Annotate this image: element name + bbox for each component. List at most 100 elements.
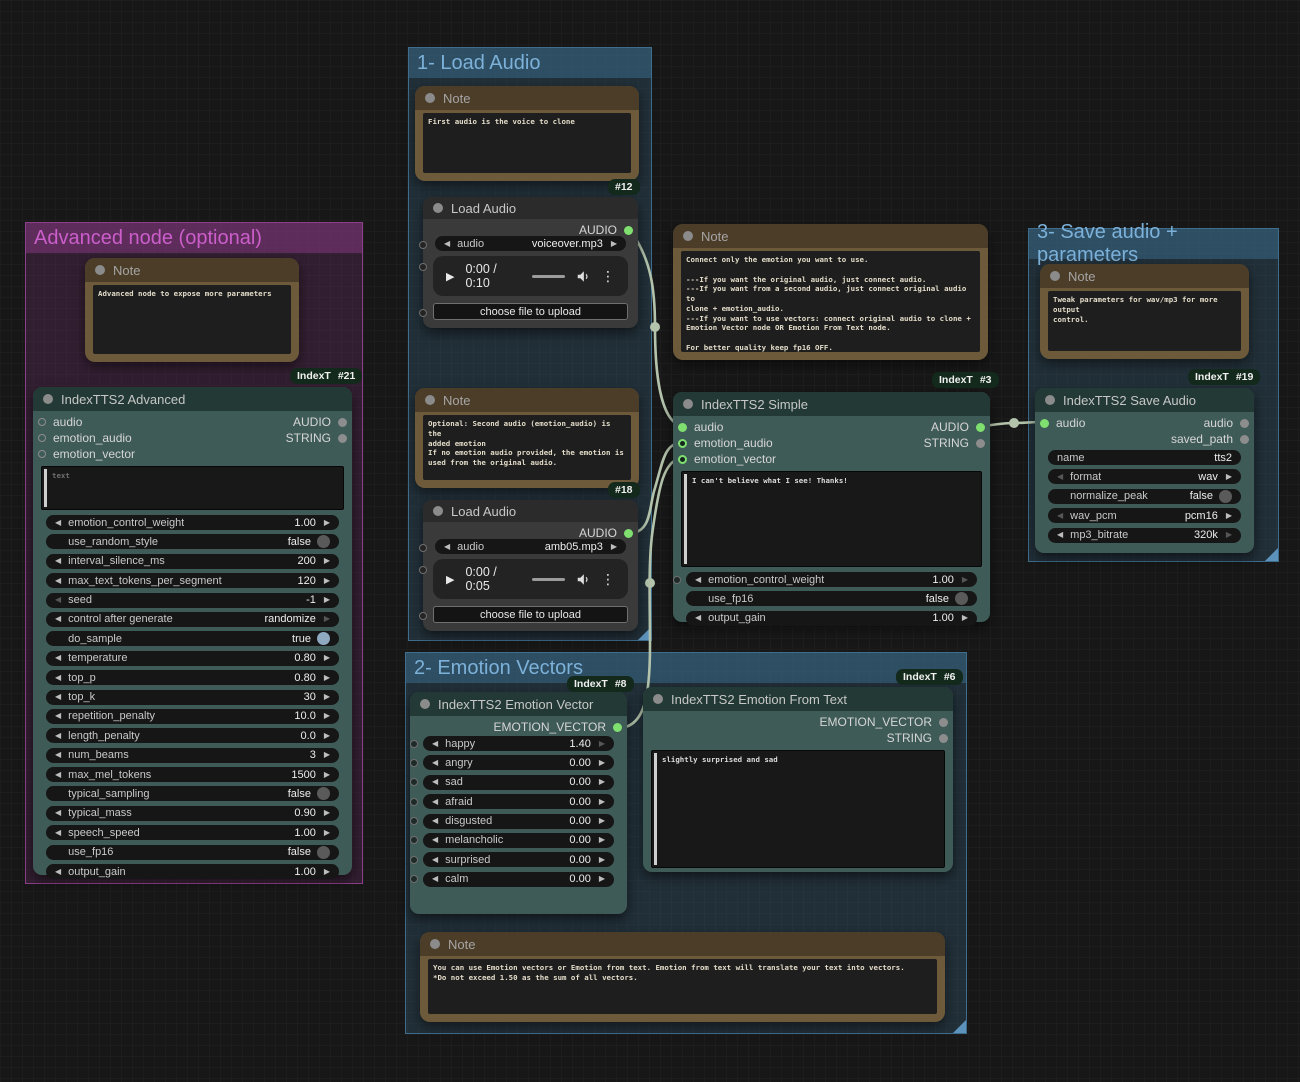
increment-arrow-icon[interactable]: ▶ [324,771,330,779]
increment-arrow-icon[interactable]: ▶ [599,836,605,844]
node-indextts2-emotion-vector[interactable]: IndexTTS2 Emotion Vector EMOTION_VECTOR … [410,692,627,914]
node-indextts2-simple[interactable]: IndexTTS2 Simple audioemotion_audioemoti… [673,392,990,622]
group-resize-handle[interactable] [953,1020,966,1033]
slot-dot-icon[interactable] [613,723,622,732]
widget-row[interactable]: ◀ angry 0.00 ▶ [423,755,614,770]
decrement-arrow-icon[interactable]: ◀ [55,596,61,604]
widget-row[interactable]: ◀ temperature 0.80 ▶ [46,651,339,666]
decrement-arrow-icon[interactable]: ◀ [55,693,61,701]
widget-row[interactable]: ◀ format wav ▶ [1048,469,1241,484]
output-slot[interactable]: saved_path [1171,431,1249,447]
collapse-dot-icon[interactable] [1050,271,1060,281]
increment-arrow-icon[interactable]: ▶ [324,829,330,837]
next-arrow-icon[interactable]: ▶ [611,543,617,551]
player-progress-bar[interactable] [532,578,566,581]
widget-input-slot[interactable] [419,566,427,574]
increment-arrow-icon[interactable]: ▶ [962,576,968,584]
collapse-dot-icon[interactable] [425,395,435,405]
note-header[interactable]: Note [673,224,988,248]
group-resize-handle[interactable] [638,627,651,640]
node-header[interactable]: IndexTTS2 Emotion From Text [643,687,953,711]
decrement-arrow-icon[interactable]: ◀ [1057,531,1063,539]
note-node-load2[interactable]: Note Optional: Second audio (emotion_aud… [415,388,639,488]
input-slot[interactable]: emotion_vector [38,446,135,462]
widget-row[interactable]: ◀ output_gain 1.00 ▶ [46,864,339,879]
widget-input-slot[interactable] [419,309,427,317]
increment-arrow-icon[interactable]: ▶ [324,693,330,701]
widget-row[interactable]: ◀ melancholic 0.00 ▶ [423,833,614,848]
widget-row[interactable]: ◀ disgusted 0.00 ▶ [423,814,614,829]
input-slot[interactable]: emotion_audio [38,430,135,446]
increment-arrow-icon[interactable]: ▶ [962,614,968,622]
note-header[interactable]: Note [420,932,945,956]
note-node-vectors[interactable]: Note You can use Emotion vectors or Emot… [420,932,945,1022]
collapse-dot-icon[interactable] [653,694,663,704]
widget-row[interactable]: ◀ output_gain 1.00 ▶ [686,611,977,626]
slot-dot-icon[interactable] [976,423,985,432]
output-slot[interactable]: STRING [286,430,347,446]
widget-row[interactable]: ◀ num_beams 3 ▶ [46,748,339,763]
decrement-arrow-icon[interactable]: ◀ [1057,473,1063,481]
group-title[interactable]: 1- Load Audio [409,48,651,78]
decrement-arrow-icon[interactable]: ◀ [432,778,438,786]
decrement-arrow-icon[interactable]: ◀ [432,798,438,806]
group-resize-handle[interactable] [1265,548,1278,561]
widget-row[interactable]: ◀ wav_pcm pcm16 ▶ [1048,508,1241,523]
decrement-arrow-icon[interactable]: ◀ [55,712,61,720]
audio-player[interactable]: ▶ 0:00 / 0:10 ⋮ [433,256,628,296]
decrement-arrow-icon[interactable]: ◀ [55,674,61,682]
audio-file-combo[interactable]: ◀ audio amb05.mp3 ▶ [435,539,626,554]
widget-row[interactable]: ◀ surprised 0.00 ▶ [423,852,614,867]
output-slot[interactable]: STRING [820,730,948,746]
slot-dot-icon[interactable] [1040,419,1049,428]
widget-row[interactable]: ◀ afraid 0.00 ▶ [423,794,614,809]
widget-row[interactable]: ◀ control after generate randomize ▶ [46,612,339,627]
collapse-dot-icon[interactable] [433,506,443,516]
widget-input-slot[interactable] [419,612,427,620]
widget-row[interactable]: ◀ emotion_control_weight 1.00 ▶ [46,515,339,530]
decrement-arrow-icon[interactable]: ◀ [55,577,61,585]
note-text[interactable]: Tweak parameters for wav/mp3 for more ou… [1048,291,1241,351]
widget-row[interactable]: ◀ emotion_control_weight 1.00 ▶ [686,572,977,587]
slot-dot-icon[interactable] [38,434,46,442]
widget-row[interactable]: ◀ sad 0.00 ▶ [423,775,614,790]
widget-row[interactable]: ◀ seed -1 ▶ [46,593,339,608]
slot-dot-icon[interactable] [1240,435,1249,444]
audio-player[interactable]: ▶ 0:00 / 0:05 ⋮ [433,559,628,599]
collapse-dot-icon[interactable] [433,203,443,213]
decrement-arrow-icon[interactable]: ◀ [55,829,61,837]
widget-row[interactable]: ◀ typical_mass 0.90 ▶ [46,806,339,821]
decrement-arrow-icon[interactable]: ◀ [55,615,61,623]
widget-row[interactable]: ◀ normalize_peak false ▶ [1048,489,1241,504]
widget-input-slot[interactable] [410,875,418,883]
increment-arrow-icon[interactable]: ▶ [324,868,330,876]
node-header[interactable]: Load Audio [423,500,638,522]
widget-row[interactable]: ◀ happy 1.40 ▶ [423,736,614,751]
prev-arrow-icon[interactable]: ◀ [444,543,450,551]
prev-arrow-icon[interactable]: ◀ [444,240,450,248]
group-title[interactable]: 2- Emotion Vectors [406,653,966,683]
collapse-dot-icon[interactable] [683,231,693,241]
collapse-dot-icon[interactable] [425,93,435,103]
widget-row[interactable]: ◀ use_fp16 false ▶ [686,591,977,606]
increment-arrow-icon[interactable]: ▶ [324,519,330,527]
note-node-load1[interactable]: Note First audio is the voice to clone [415,86,639,181]
increment-arrow-icon[interactable]: ▶ [324,596,330,604]
widget-input-slot[interactable] [410,856,418,864]
increment-arrow-icon[interactable]: ▶ [599,740,605,748]
input-slot[interactable]: emotion_audio [678,435,776,451]
widget-input-slot[interactable] [419,263,427,271]
toggle-knob-icon[interactable] [317,846,330,859]
note-header[interactable]: Note [85,258,299,282]
increment-arrow-icon[interactable]: ▶ [599,875,605,883]
group-title[interactable]: Advanced node (optional) [26,223,362,253]
widget-input-slot[interactable] [410,836,418,844]
node-load-audio-2[interactable]: Load Audio AUDIO ◀ audio amb05.mp3 ▶ ▶ 0… [423,500,638,631]
decrement-arrow-icon[interactable]: ◀ [55,809,61,817]
slot-dot-icon[interactable] [976,439,985,448]
decrement-arrow-icon[interactable]: ◀ [695,614,701,622]
slot-dot-icon[interactable] [624,226,633,235]
increment-arrow-icon[interactable]: ▶ [324,557,330,565]
widget-input-slot[interactable] [410,817,418,825]
widget-row[interactable]: ◀ mp3_bitrate 320k ▶ [1048,528,1241,543]
